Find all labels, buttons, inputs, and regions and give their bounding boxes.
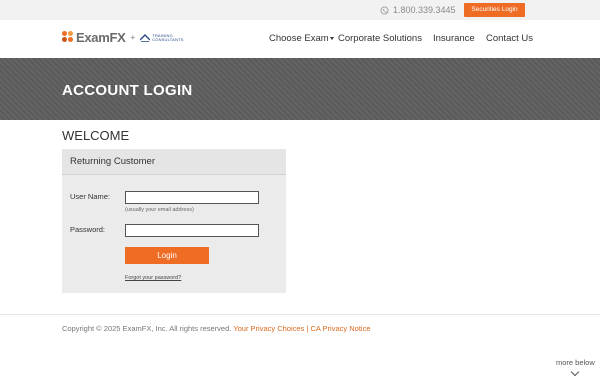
footer-divider xyxy=(0,314,600,315)
username-input[interactable] xyxy=(125,191,259,204)
logo-plus: + xyxy=(130,33,136,42)
login-panel-header: Returning Customer xyxy=(62,149,286,175)
nav-item-contact-us[interactable]: Contact Us xyxy=(486,33,533,44)
nav-item-choose-exam[interactable]: Choose Exam xyxy=(269,33,334,44)
footer-separator: | xyxy=(306,324,309,333)
brand-logo[interactable]: ExamFX + TRAINING CONSULTANTS xyxy=(62,30,184,45)
ca-privacy-notice-link[interactable]: CA Privacy Notice xyxy=(310,324,370,333)
nav-item-corporate-solutions[interactable]: Corporate Solutions xyxy=(338,33,422,44)
page-title: ACCOUNT LOGIN xyxy=(62,82,193,99)
phone-number: 1.800.339.3445 xyxy=(393,5,456,15)
copyright-text: Copyright © 2025 ExamFX, Inc. All rights… xyxy=(62,324,232,333)
phone-icon xyxy=(380,5,389,15)
privacy-choices-link[interactable]: Your Privacy Choices xyxy=(233,324,304,333)
footer: Copyright © 2025 ExamFX, Inc. All rights… xyxy=(62,324,371,333)
panel-title: Returning Customer xyxy=(70,156,156,167)
partner-logo: TRAINING CONSULTANTS xyxy=(140,33,184,42)
username-hint: (usually your email address) xyxy=(125,207,194,213)
logo-text: ExamFX xyxy=(76,30,126,45)
password-input[interactable] xyxy=(125,224,259,237)
securities-login-button[interactable]: Securities Login xyxy=(464,3,525,17)
partner-name-line2: CONSULTANTS xyxy=(152,36,184,42)
username-label: User Name: xyxy=(70,192,111,201)
nav-item-insurance[interactable]: Insurance xyxy=(433,33,475,44)
forgot-password-link[interactable]: Forgot your password? xyxy=(125,275,181,281)
login-button[interactable]: Login xyxy=(125,247,209,264)
chevron-down-icon xyxy=(329,36,334,40)
examfx-logo-icon xyxy=(62,30,74,45)
nav-item-label: Choose Exam xyxy=(269,33,329,44)
more-below-indicator[interactable]: more below xyxy=(556,358,595,367)
top-utility-bar: 1.800.339.3445 Securities Login xyxy=(0,0,600,20)
page-banner: ACCOUNT LOGIN xyxy=(0,58,600,120)
password-label: Password: xyxy=(70,225,106,234)
partner-logo-icon xyxy=(140,33,151,42)
welcome-heading: WELCOME xyxy=(62,128,130,143)
login-panel: Returning Customer User Name: (usually y… xyxy=(62,149,286,293)
phone-link[interactable]: 1.800.339.3445 xyxy=(380,4,456,16)
main-navigation: ExamFX + TRAINING CONSULTANTS Choose Exa… xyxy=(0,20,600,59)
